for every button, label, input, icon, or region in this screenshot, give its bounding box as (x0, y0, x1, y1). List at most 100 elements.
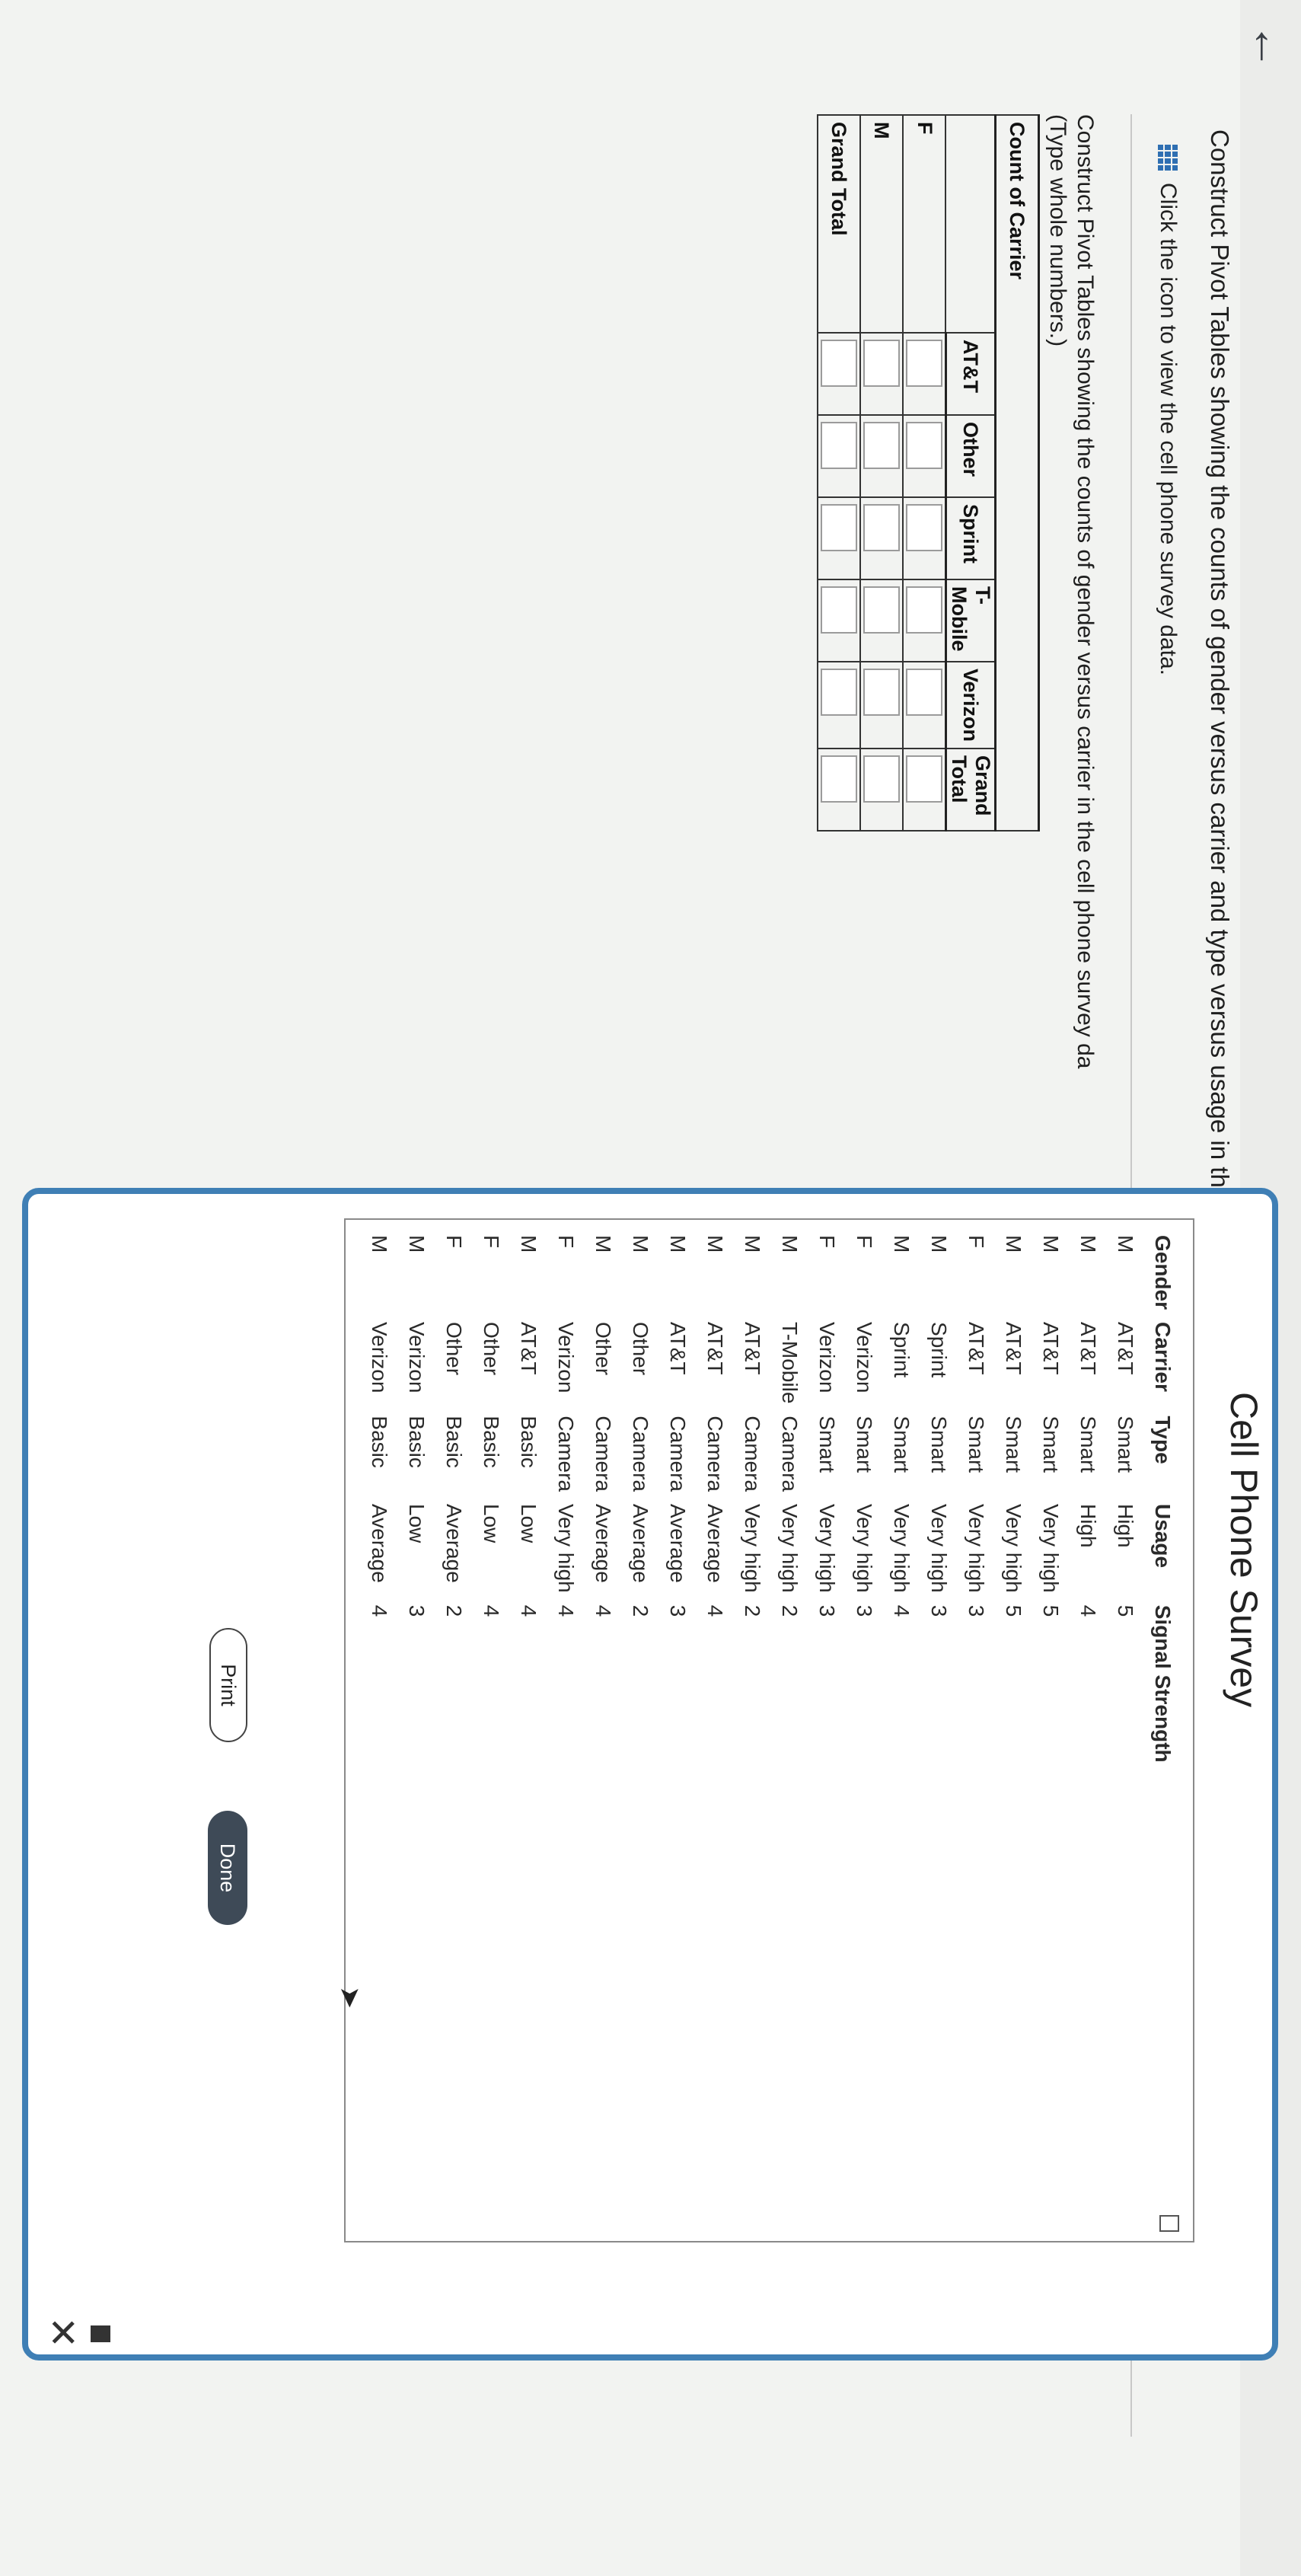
table-cell: Smart (965, 1416, 989, 1473)
answer-input[interactable] (863, 504, 900, 551)
answer-input[interactable] (821, 669, 857, 716)
table-cell: Smart (1039, 1416, 1063, 1473)
answer-input[interactable] (821, 504, 857, 551)
answer-input[interactable] (906, 669, 942, 716)
table-cell: AT&T (517, 1322, 541, 1375)
pivot-row-m: M (860, 115, 903, 832)
table-cell: 4 (554, 1604, 579, 1617)
table-cell: Sprint (890, 1322, 914, 1378)
answer-input[interactable] (906, 340, 942, 387)
column-header: Gender (1151, 1235, 1175, 1310)
table-row: M AT&T Camera Average 3 (659, 1229, 697, 1769)
table-row: F Verizon Camera Very high 4 (547, 1229, 585, 1769)
pivot-table: Count of Carrier AT&T Other Sprint T-Mob… (817, 114, 1040, 832)
table-cell: 5 (1114, 1604, 1138, 1617)
table-cell: 2 (741, 1604, 765, 1617)
table-cell: M (666, 1235, 690, 1253)
table-cell: 3 (405, 1604, 429, 1617)
table-cell: Basic (480, 1416, 504, 1468)
grid-data-icon[interactable] (1158, 145, 1178, 171)
instructions-line-1: Construct Pivot Tables showing the count… (1073, 114, 1098, 1069)
table-cell: Sprint (927, 1322, 952, 1378)
table-cell: Average (442, 1504, 467, 1583)
table-cell: 4 (517, 1604, 541, 1617)
pivot-corner (945, 115, 996, 333)
pivot-row-label: Grand Total (818, 115, 860, 333)
table-cell: Low (405, 1504, 429, 1543)
table-cell: M (890, 1235, 914, 1253)
answer-input[interactable] (863, 669, 900, 716)
answer-input[interactable] (863, 422, 900, 469)
column-header: Signal Strength (1151, 1604, 1175, 1763)
screen: ← Construct Pivot Tables showing the cou… (0, 0, 1301, 2576)
table-row: F Other Basic Low 4 (473, 1229, 510, 1769)
table-cell: F (554, 1235, 579, 1249)
answer-input[interactable] (863, 755, 900, 803)
table-cell: AT&T (965, 1322, 989, 1375)
table-cell: Smart (1076, 1416, 1101, 1473)
table-cell: Average (629, 1504, 653, 1583)
table-cell: Smart (890, 1416, 914, 1473)
table-cell: AT&T (1114, 1322, 1138, 1375)
table-row: M AT&T Basic Low 4 (510, 1229, 547, 1769)
answer-input[interactable] (906, 504, 942, 551)
close-icon[interactable]: ✕ (40, 2316, 85, 2348)
table-cell: M (1039, 1235, 1063, 1253)
answer-input[interactable] (821, 586, 857, 634)
table-cell: Basic (442, 1416, 467, 1468)
data-link-text: Click the icon to view the cell phone su… (1156, 183, 1181, 676)
table-cell: AT&T (703, 1322, 728, 1375)
table-cell: Smart (927, 1416, 952, 1473)
table-cell: Very high (815, 1504, 840, 1593)
answer-input[interactable] (821, 340, 857, 387)
minimize-icon[interactable] (91, 2325, 110, 2342)
table-row: F Verizon Smart Very high 3 (846, 1229, 883, 1769)
table-cell: F (442, 1235, 467, 1249)
table-row: M Sprint Smart Very high 3 (920, 1229, 958, 1769)
done-button[interactable]: Done (208, 1811, 247, 1925)
table-cell: Camera (666, 1416, 690, 1492)
table-cell: Camera (778, 1416, 802, 1492)
table-row: M Verizon Basic Low 3 (398, 1229, 435, 1769)
table-cell: 2 (629, 1604, 653, 1617)
table-cell: Very high (890, 1504, 914, 1593)
table-cell: Basic (405, 1416, 429, 1468)
table-cell: Very high (927, 1504, 952, 1593)
answer-input[interactable] (821, 755, 857, 803)
table-cell: High (1076, 1504, 1101, 1548)
table-cell: 4 (890, 1604, 914, 1617)
table-cell: M (927, 1235, 952, 1253)
table-cell: 4 (368, 1604, 392, 1617)
answer-input[interactable] (821, 422, 857, 469)
table-row: M AT&T Smart Very high 5 (995, 1229, 1032, 1769)
answer-input[interactable] (906, 586, 942, 634)
data-link[interactable]: Click the icon to view the cell phone su… (1155, 145, 1181, 675)
print-button[interactable]: Print (209, 1628, 247, 1742)
table-cell: M (517, 1235, 541, 1253)
table-cell: AT&T (1076, 1322, 1101, 1375)
pivot-row-label: F (903, 115, 946, 333)
table-cell: Average (592, 1504, 616, 1583)
answer-input[interactable] (863, 586, 900, 634)
survey-table: Gender Carrier Type Usage Signal Strengt… (361, 1229, 1181, 1769)
answer-input[interactable] (906, 422, 942, 469)
table-row: M AT&T Smart Very high 5 (1032, 1229, 1070, 1769)
table-cell: F (965, 1235, 989, 1249)
table-cell: M (703, 1235, 728, 1253)
table-cell: Verizon (815, 1322, 840, 1393)
answer-input[interactable] (906, 755, 942, 803)
table-row: M AT&T Smart High 5 (1107, 1229, 1144, 1769)
table-row: M AT&T Smart High 4 (1070, 1229, 1107, 1769)
instructions-line-2: (Type whole numbers.) (1045, 114, 1070, 347)
table-cell: Other (480, 1322, 504, 1376)
back-arrow-icon[interactable]: ← (1242, 23, 1296, 70)
table-cell: 3 (815, 1604, 840, 1617)
table-cell: Very high (1002, 1504, 1026, 1593)
pivot-col-header: Other (945, 415, 996, 497)
table-cell: High (1114, 1504, 1138, 1548)
copy-icon[interactable] (1159, 2215, 1179, 2232)
answer-input[interactable] (863, 340, 900, 387)
pivot-col-header: Sprint (945, 497, 996, 579)
table-cell: Camera (554, 1416, 579, 1492)
pivot-row-grand-total: Grand Total (818, 115, 860, 832)
